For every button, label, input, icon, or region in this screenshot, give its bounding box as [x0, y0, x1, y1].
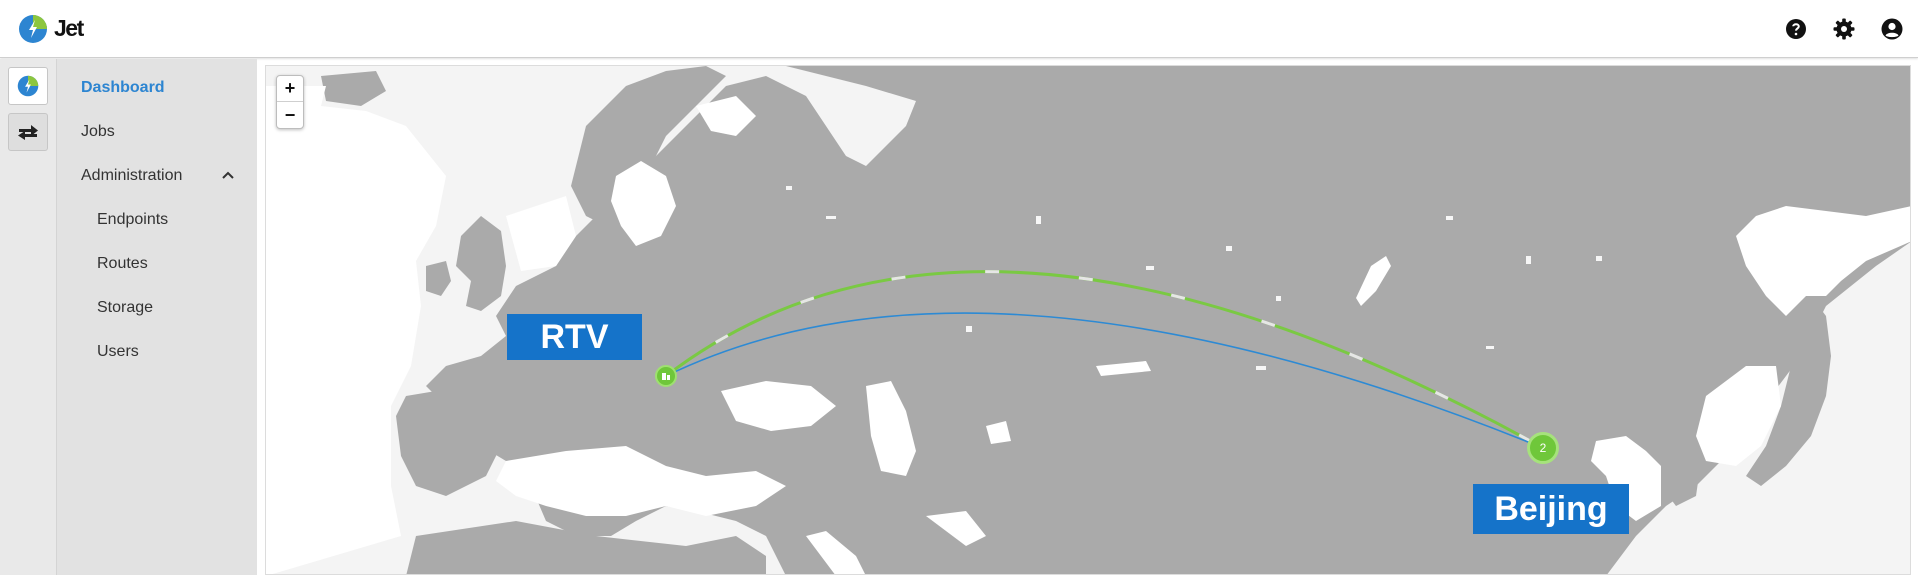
sidebar-item-endpoints[interactable]: Endpoints	[97, 211, 168, 229]
app-logo-icon	[17, 75, 39, 97]
top-bar: Jet	[0, 0, 1918, 58]
sidebar-item-dashboard[interactable]: Dashboard	[81, 79, 165, 97]
sidebar-item-administration[interactable]: Administration	[81, 167, 182, 185]
rail-home-button[interactable]	[8, 67, 48, 105]
zoom-control: + −	[276, 75, 304, 129]
gear-icon[interactable]	[1832, 17, 1856, 41]
sidebar-item-routes[interactable]: Routes	[97, 255, 148, 273]
app-brand: Jet	[54, 15, 84, 41]
help-icon[interactable]	[1784, 17, 1808, 41]
side-rail	[0, 59, 57, 575]
location-label-rtv[interactable]: RTV	[507, 314, 642, 360]
sidebar-item-jobs[interactable]: Jobs	[81, 123, 115, 141]
account-icon[interactable]	[1880, 17, 1904, 41]
route-line-primary[interactable]	[665, 270, 1544, 450]
route-line-primary-dashes	[665, 270, 1544, 450]
zoom-out-button[interactable]: −	[277, 102, 303, 128]
swap-arrows-icon	[18, 125, 38, 140]
zoom-in-button[interactable]: +	[277, 76, 303, 102]
sidebar-item-users[interactable]: Users	[97, 343, 139, 361]
chevron-up-icon[interactable]	[220, 167, 236, 183]
building-icon	[662, 373, 670, 380]
route-map[interactable]: + − RTV Beijing 2	[265, 65, 1911, 575]
location-cluster-beijing[interactable]: 2	[1527, 432, 1559, 464]
sidebar-nav: Dashboard Jobs Administration Endpoints …	[57, 59, 257, 575]
rail-swap-button[interactable]	[8, 113, 48, 151]
location-marker-rtv[interactable]	[655, 365, 677, 387]
location-label-beijing[interactable]: Beijing	[1473, 484, 1629, 534]
jet-logo-icon	[19, 15, 47, 43]
sidebar-item-storage[interactable]: Storage	[97, 299, 153, 317]
